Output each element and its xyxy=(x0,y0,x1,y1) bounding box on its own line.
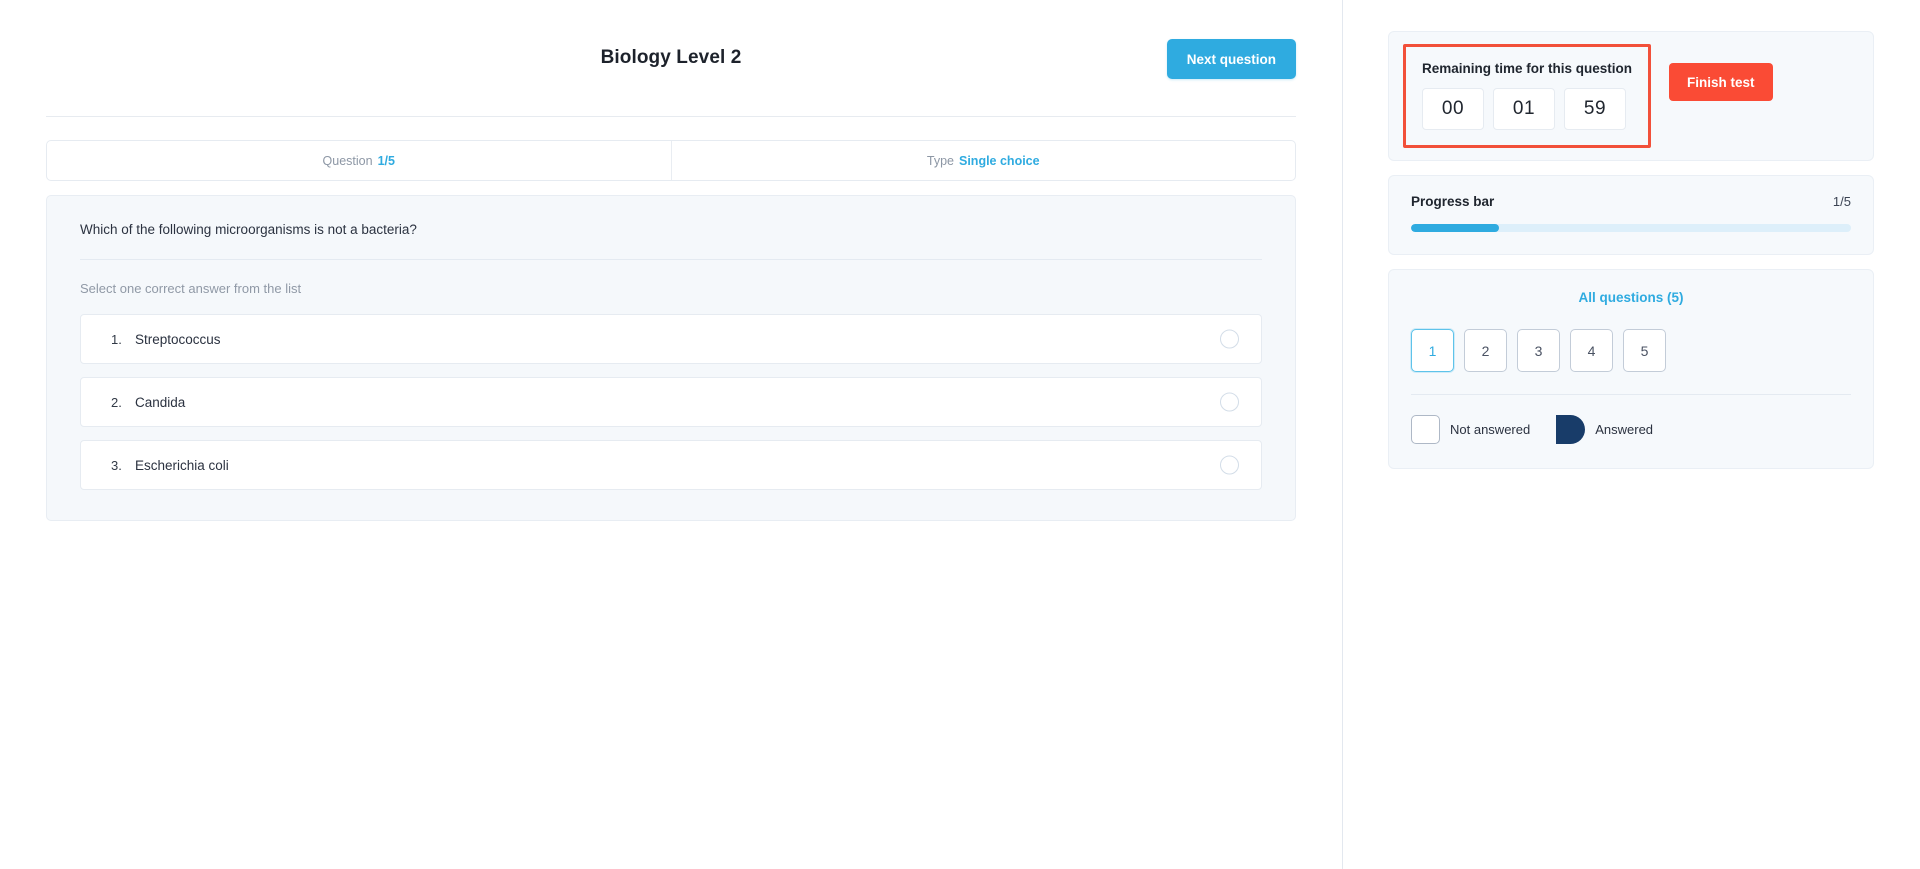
radio-button-icon[interactable] xyxy=(1220,392,1239,412)
answer-option-label: Streptococcus xyxy=(135,331,221,347)
quiz-header: Biology Level 2 Next question xyxy=(46,0,1296,117)
question-type-cell: Type Single choice xyxy=(670,141,1296,180)
question-type-value: Single choice xyxy=(959,153,1040,168)
answer-option-label: Escherichia coli xyxy=(135,457,229,473)
answer-option[interactable]: 3. Escherichia coli xyxy=(80,440,1262,490)
legend-divider xyxy=(1411,394,1851,395)
progress-header: Progress bar 1/5 xyxy=(1411,194,1851,209)
legend-item: Not answered xyxy=(1411,415,1530,444)
not-answered-swatch-icon xyxy=(1411,415,1440,444)
finish-test-button[interactable]: Finish test xyxy=(1669,63,1773,101)
progress-panel: Progress bar 1/5 xyxy=(1388,175,1874,255)
timer-seconds: 59 xyxy=(1564,88,1626,130)
question-number-button[interactable]: 5 xyxy=(1623,329,1666,372)
answered-swatch-icon xyxy=(1556,415,1586,444)
timer-hours: 00 xyxy=(1422,88,1484,130)
question-counter-cell: Question 1/5 xyxy=(47,141,671,180)
timer-digits: 00 01 59 xyxy=(1422,88,1632,130)
answer-option[interactable]: 1. Streptococcus xyxy=(80,314,1262,364)
question-text: Which of the following microorganisms is… xyxy=(80,222,1262,260)
page-title: Biology Level 2 xyxy=(600,47,742,68)
answer-option-label: Candida xyxy=(135,394,186,410)
timer-minutes: 01 xyxy=(1493,88,1555,130)
quiz-main-column: Biology Level 2 Next question Question 1… xyxy=(0,0,1343,869)
legend-label: Not answered xyxy=(1450,422,1531,437)
legend-label: Answered xyxy=(1595,422,1654,437)
question-counter-label: Question xyxy=(322,153,373,168)
progress-bar-label: Progress bar xyxy=(1411,194,1495,209)
quiz-content: Question 1/5 Type Single choice Which of… xyxy=(46,117,1296,521)
question-number-button[interactable]: 3 xyxy=(1517,329,1560,372)
quiz-sidebar: Remaining time for this question 00 01 5… xyxy=(1343,0,1920,869)
question-number-button[interactable]: 1 xyxy=(1411,329,1454,372)
questions-navigation-panel: All questions (5) 12345 Not answered Answ… xyxy=(1388,269,1874,469)
answer-option-number: 3. xyxy=(111,457,122,473)
progress-count: 1/5 xyxy=(1832,194,1851,209)
remaining-time-label: Remaining time for this question xyxy=(1422,61,1633,76)
radio-button-icon[interactable] xyxy=(1220,329,1239,349)
all-questions-link[interactable]: All questions (5) xyxy=(1411,290,1851,305)
question-meta-strip: Question 1/5 Type Single choice xyxy=(46,140,1296,181)
question-counter-value: 1/5 xyxy=(377,153,395,168)
answer-option[interactable]: 2. Candida xyxy=(80,377,1262,427)
remaining-time-box: Remaining time for this question 00 01 5… xyxy=(1403,44,1652,148)
answer-list: 1. Streptococcus 2. Candida 3. Escherichia co… xyxy=(80,314,1262,490)
next-question-button[interactable]: Next question xyxy=(1166,39,1296,79)
progress-fill xyxy=(1411,224,1499,232)
question-card: Which of the following microorganisms is… xyxy=(46,195,1296,521)
answer-option-number: 1. xyxy=(111,331,122,347)
timer-panel: Remaining time for this question 00 01 5… xyxy=(1388,31,1874,161)
question-number-list: 12345 xyxy=(1411,329,1851,372)
progress-track xyxy=(1411,224,1851,232)
answer-instruction: Select one correct answer from the list xyxy=(80,281,302,296)
legend-item: Answered xyxy=(1556,415,1653,444)
quiz-page: Biology Level 2 Next question Question 1… xyxy=(0,0,1920,869)
answer-status-legend: Not answered Answered xyxy=(1411,415,1851,444)
radio-button-icon[interactable] xyxy=(1220,455,1239,475)
answer-option-number: 2. xyxy=(111,394,122,410)
question-type-label: Type xyxy=(926,153,954,168)
question-number-button[interactable]: 4 xyxy=(1570,329,1613,372)
question-number-button[interactable]: 2 xyxy=(1464,329,1507,372)
